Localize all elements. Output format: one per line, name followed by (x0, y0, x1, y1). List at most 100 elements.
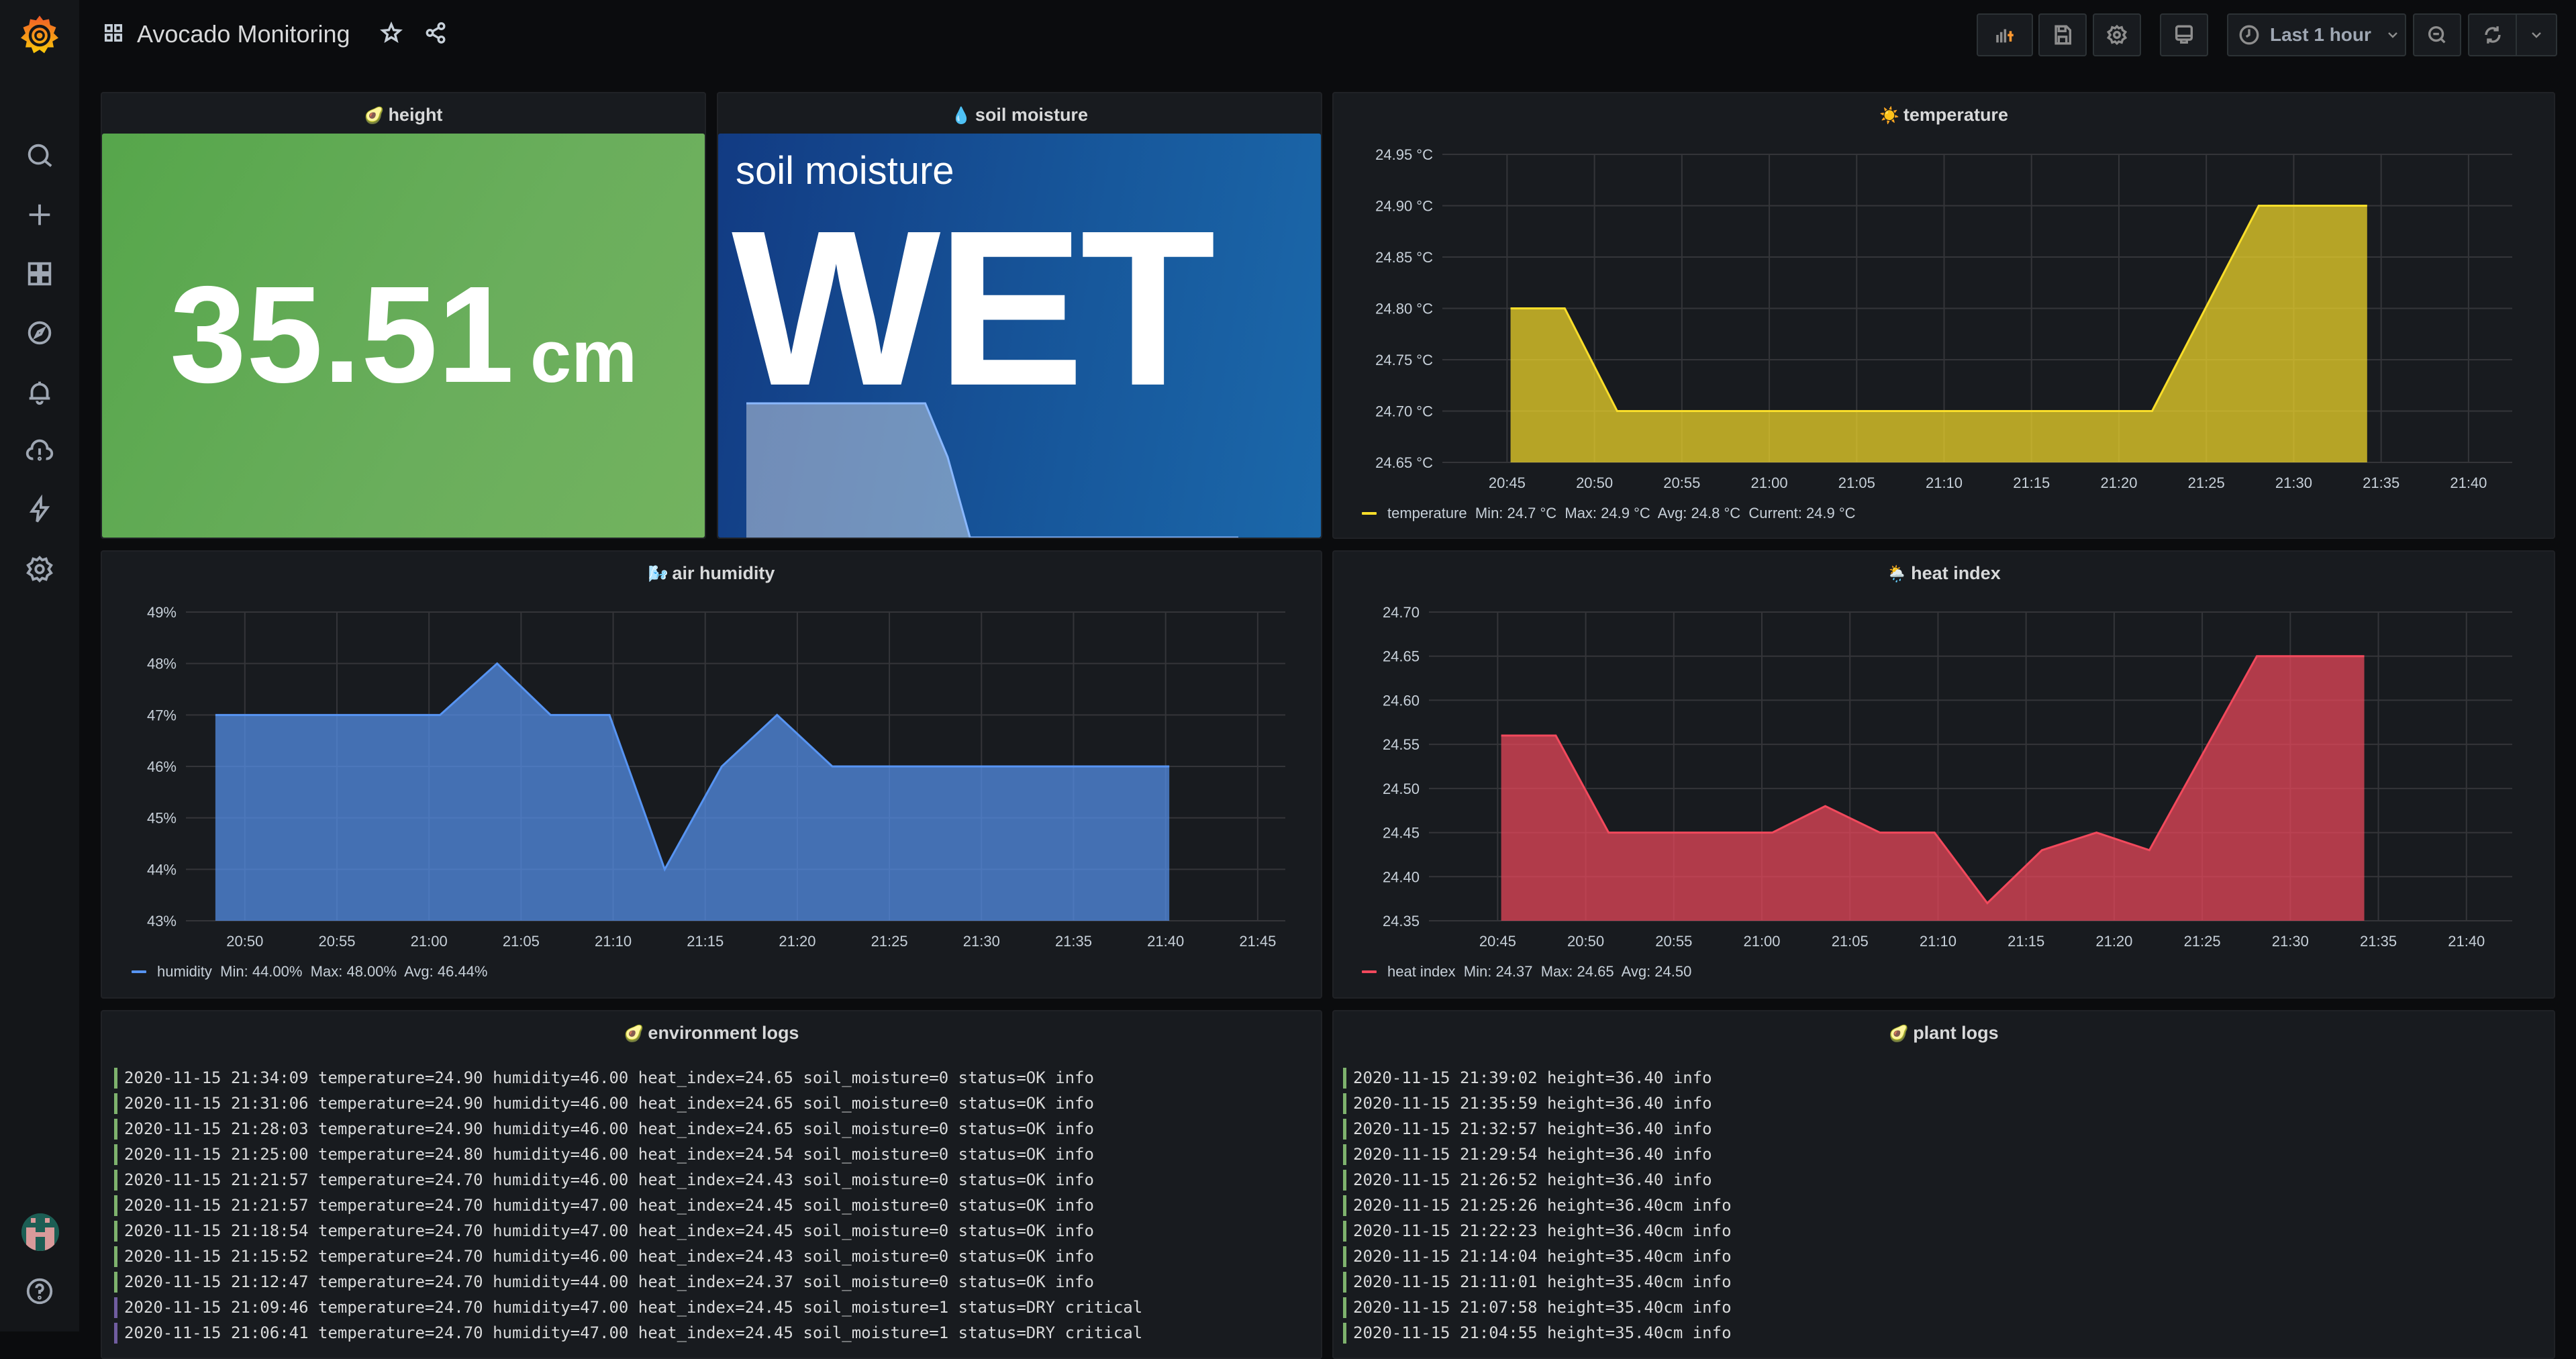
log-row[interactable]: 2020-11-15 21:32:57 height=36.40 info (1343, 1116, 2547, 1142)
log-level-indicator (1343, 1093, 1346, 1114)
y-tick-label: 24.70 °C (1375, 403, 1433, 420)
log-row[interactable]: 2020-11-15 21:25:00 temperature=24.80 hu… (114, 1142, 1314, 1167)
log-level-indicator (1343, 1195, 1346, 1216)
log-row[interactable]: 2020-11-15 21:21:57 temperature=24.70 hu… (114, 1193, 1314, 1218)
log-message: 2020-11-15 21:07:58 height=35.40cm info (1353, 1295, 1732, 1320)
zoom-out-button[interactable] (2413, 13, 2461, 56)
log-row[interactable]: 2020-11-15 21:14:04 height=35.40cm info (1343, 1244, 2547, 1269)
y-tick-label: 24.95 °C (1375, 146, 1433, 163)
legend-series-name: heat index (1387, 963, 1456, 980)
x-tick-label: 21:40 (2450, 474, 2487, 491)
tv-mode-button[interactable] (2160, 13, 2208, 56)
log-row[interactable]: 2020-11-15 21:34:09 temperature=24.90 hu… (114, 1065, 1314, 1091)
log-message: 2020-11-15 21:14:04 height=35.40cm info (1353, 1244, 1732, 1269)
log-message: 2020-11-15 21:31:06 temperature=24.90 hu… (124, 1091, 1094, 1116)
x-tick-label: 21:25 (2188, 474, 2225, 491)
log-row[interactable]: 2020-11-15 21:21:57 temperature=24.70 hu… (114, 1167, 1314, 1193)
apps-icon[interactable] (19, 254, 60, 294)
plant-logs-panel-title[interactable]: 🥑plant logs (1334, 1019, 2554, 1046)
avatar[interactable] (21, 1213, 59, 1251)
log-row[interactable]: 2020-11-15 21:26:52 height=36.40 info (1343, 1167, 2547, 1193)
temperature-chart[interactable]: 24.65 °C24.70 °C24.75 °C24.80 °C24.85 °C… (1334, 93, 2555, 509)
y-tick-label: 48% (147, 656, 177, 672)
log-row[interactable]: 2020-11-15 21:29:54 height=36.40 info (1343, 1142, 2547, 1167)
height-number: 35.51 (170, 258, 514, 411)
x-tick-label: 21:20 (2100, 474, 2137, 491)
legend-series-name: humidity (157, 963, 212, 980)
x-tick-label: 20:50 (1567, 933, 1604, 950)
add-panel-button[interactable] (1977, 13, 2033, 56)
x-tick-label: 21:00 (1751, 474, 1788, 491)
x-tick-label: 20:55 (318, 933, 355, 950)
log-level-indicator (114, 1170, 117, 1191)
share-icon[interactable] (424, 21, 447, 48)
log-message: 2020-11-15 21:29:54 height=36.40 info (1353, 1142, 1712, 1167)
bolt-icon[interactable] (19, 490, 60, 530)
log-message: 2020-11-15 21:21:57 temperature=24.70 hu… (124, 1167, 1094, 1193)
x-tick-label: 21:10 (1926, 474, 1963, 491)
log-row[interactable]: 2020-11-15 21:22:23 height=36.40cm info (1343, 1218, 2547, 1244)
y-tick-label: 49% (147, 604, 177, 621)
log-message: 2020-11-15 21:25:26 height=36.40cm info (1353, 1193, 1732, 1218)
compass-icon[interactable] (19, 313, 60, 353)
refresh-button[interactable] (2468, 13, 2517, 56)
height-unit: cm (530, 315, 637, 398)
environment-logs-panel-title[interactable]: 🥑environment logs (102, 1019, 1321, 1046)
log-row[interactable]: 2020-11-15 21:09:46 temperature=24.70 hu… (114, 1295, 1314, 1320)
log-row[interactable]: 2020-11-15 21:12:47 temperature=24.70 hu… (114, 1269, 1314, 1295)
log-level-indicator (1343, 1170, 1346, 1191)
plant-log-list[interactable]: 2020-11-15 21:39:02 height=36.40 info202… (1343, 1065, 2547, 1346)
y-tick-label: 24.75 °C (1375, 352, 1433, 368)
plant-logs-panel: 🥑plant logs 2020-11-15 21:39:02 height=3… (1332, 1010, 2555, 1359)
log-row[interactable]: 2020-11-15 21:06:41 temperature=24.70 hu… (114, 1320, 1314, 1346)
y-tick-label: 24.90 °C (1375, 198, 1433, 215)
heat-index-legend[interactable]: heat index Min: 24.37 Max: 24.65 Avg: 24… (1362, 963, 1691, 980)
log-row[interactable]: 2020-11-15 21:07:58 height=35.40cm info (1343, 1295, 2547, 1320)
y-tick-label: 47% (147, 707, 177, 723)
help-icon[interactable] (19, 1271, 60, 1311)
log-row[interactable]: 2020-11-15 21:39:02 height=36.40 info (1343, 1065, 2547, 1091)
log-row[interactable]: 2020-11-15 21:15:52 temperature=24.70 hu… (114, 1244, 1314, 1269)
y-tick-label: 24.45 (1383, 825, 1420, 842)
save-dashboard-button[interactable] (2038, 13, 2087, 56)
legend-series-name: temperature (1387, 505, 1467, 522)
log-row[interactable]: 2020-11-15 21:28:03 temperature=24.90 hu… (114, 1116, 1314, 1142)
y-tick-label: 24.65 (1383, 648, 1420, 665)
log-row[interactable]: 2020-11-15 21:18:54 temperature=24.70 hu… (114, 1218, 1314, 1244)
heat-index-chart[interactable]: 24.3524.4024.4524.5024.5524.6024.6524.70… (1334, 552, 2555, 968)
search-icon[interactable] (19, 136, 60, 176)
log-row[interactable]: 2020-11-15 21:31:06 temperature=24.90 hu… (114, 1091, 1314, 1116)
dashboard-settings-button[interactable] (2093, 13, 2141, 56)
log-level-indicator (114, 1119, 117, 1140)
x-tick-label: 21:25 (2184, 933, 2221, 950)
y-tick-label: 44% (147, 861, 177, 878)
log-row[interactable]: 2020-11-15 21:11:01 height=35.40cm info (1343, 1269, 2547, 1295)
log-message: 2020-11-15 21:09:46 temperature=24.70 hu… (124, 1295, 1142, 1320)
plus-icon[interactable] (19, 195, 60, 235)
gear-icon[interactable] (19, 549, 60, 589)
legend-stats: Min: 44.00% Max: 48.00% Avg: 46.44% (220, 963, 487, 980)
refresh-interval-dropdown[interactable] (2516, 13, 2557, 56)
soil-moisture-panel-title[interactable]: 💧soil moisture (718, 101, 1321, 128)
log-level-indicator (114, 1221, 117, 1242)
x-tick-label: 21:05 (1838, 474, 1875, 491)
log-message: 2020-11-15 21:12:47 temperature=24.70 hu… (124, 1269, 1094, 1295)
star-icon[interactable] (380, 21, 403, 48)
log-row[interactable]: 2020-11-15 21:04:55 height=35.40cm info (1343, 1320, 2547, 1346)
height-panel-title[interactable]: 🥑height (102, 101, 705, 128)
log-row[interactable]: 2020-11-15 21:35:59 height=36.40 info (1343, 1091, 2547, 1116)
dashboard-title[interactable]: Avocado Monitoring (137, 20, 350, 48)
environment-log-list[interactable]: 2020-11-15 21:34:09 temperature=24.90 hu… (114, 1065, 1314, 1346)
grafana-logo-icon[interactable] (15, 12, 64, 59)
x-tick-label: 21:30 (2275, 474, 2312, 491)
bell-icon[interactable] (19, 372, 60, 412)
cloud-alert-icon[interactable] (19, 431, 60, 471)
log-message: 2020-11-15 21:39:02 height=36.40 info (1353, 1065, 1712, 1091)
log-row[interactable]: 2020-11-15 21:25:26 height=36.40cm info (1343, 1193, 2547, 1218)
humidity-legend[interactable]: humidity Min: 44.00% Max: 48.00% Avg: 46… (132, 963, 487, 980)
humidity-chart[interactable]: 43%44%45%46%47%48%49%20:5020:5521:0021:0… (102, 552, 1322, 968)
temperature-legend[interactable]: temperature Min: 24.7 °C Max: 24.9 °C Av… (1362, 505, 1856, 522)
legend-stats: Min: 24.7 °C Max: 24.9 °C Avg: 24.8 °C C… (1475, 505, 1856, 522)
legend-swatch (1362, 512, 1377, 515)
time-range-picker[interactable]: Last 1 hour (2227, 13, 2406, 56)
